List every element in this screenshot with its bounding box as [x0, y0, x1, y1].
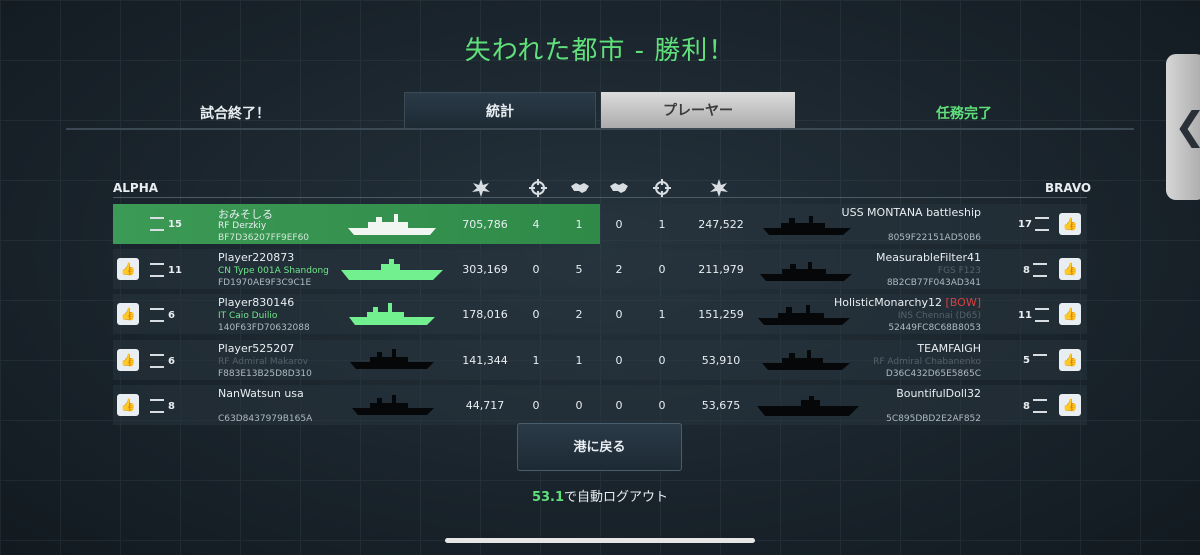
- thumbs-up-icon[interactable]: 👍: [117, 349, 139, 371]
- thumbs-up-icon[interactable]: 👍: [117, 394, 139, 416]
- enemy-ship-name: RF Admiral Chabanenko: [873, 357, 981, 367]
- header-divider: [66, 128, 1134, 130]
- thumbs-up-icon[interactable]: 👍: [117, 303, 139, 325]
- player-name: Player220873: [218, 251, 295, 264]
- ship-name: IT Caio Duilio: [218, 311, 278, 321]
- mission-complete-label: 任務完了: [936, 106, 992, 122]
- thumbs-up-icon[interactable]: 👍: [1059, 394, 1081, 416]
- enemy-player-name: USS MONTANA battleship: [841, 206, 981, 219]
- thumbs-up-icon[interactable]: 👍: [1059, 213, 1081, 235]
- player-name: Player830146: [218, 296, 295, 309]
- kills-enemy: 0: [658, 354, 666, 367]
- tab-stats[interactable]: 統計: [404, 92, 596, 130]
- tab-players[interactable]: プレーヤー: [601, 92, 795, 130]
- enemy-ship-name: INS Chennai (D65): [897, 311, 981, 321]
- enemy-player-name: TEAMFAIGH: [917, 342, 981, 355]
- ship-name: RF Admiral Makarov: [218, 357, 309, 367]
- clan-tag: [BOW]: [945, 296, 981, 309]
- crosshair-icon: [529, 179, 547, 197]
- enemy-player-id: 52449FC8C68B8053: [888, 323, 981, 333]
- player-name: おみそしる: [218, 208, 273, 221]
- ship-name: CN Type 001A Shandong: [218, 266, 329, 276]
- enemy-rank-badge: 11: [1018, 308, 1053, 322]
- enemy-player-id: 8059F22151AD50B6: [887, 233, 981, 243]
- damage-enemy: 247,522: [698, 218, 744, 231]
- damage-enemy: 151,259: [698, 308, 744, 321]
- damage-enemy: 53,675: [701, 399, 741, 412]
- player-id: FD1970AE9F3C9C1E: [218, 278, 312, 288]
- kills-enemy: 1: [658, 218, 666, 231]
- player-id: C63D8437979B165A: [218, 414, 313, 424]
- return-to-port-button[interactable]: 港に戻る: [517, 423, 682, 471]
- kills-enemy: 0: [658, 263, 666, 276]
- player-id: BF7D36207FF9EF60: [218, 233, 310, 243]
- thumbs-up-icon[interactable]: 👍: [1059, 349, 1081, 371]
- table-header-line: [113, 197, 1087, 198]
- explosion-icon: [710, 179, 728, 197]
- logout-countdown: 53.1: [531, 490, 565, 505]
- logout-text: で自動ログアウト: [564, 490, 669, 505]
- player-name: Player525207: [218, 342, 295, 355]
- player-id: 140F63FD70632088: [218, 323, 310, 333]
- enemy-player-id: 5C895DBD2E2AF852: [886, 414, 981, 424]
- chevron-left-icon: ❮: [1174, 104, 1200, 148]
- handshake-icon: [610, 183, 628, 193]
- kills-enemy: 1: [658, 308, 666, 321]
- thumbs-up-icon[interactable]: 👍: [117, 258, 139, 280]
- player-id: F883E13B25D8D310: [218, 369, 312, 379]
- explosion-icon: [472, 179, 490, 197]
- enemy-rank-badge: 8: [1023, 399, 1051, 413]
- home-indicator[interactable]: [445, 538, 755, 543]
- handshake-icon: [571, 183, 589, 193]
- match-over-label: 試合終了！: [200, 106, 270, 122]
- enemy-rank-badge: 8: [1023, 263, 1051, 277]
- ship-silhouette-icon: [760, 262, 852, 281]
- ship-silhouette-icon: [348, 214, 436, 235]
- match-result-title: 失われた都市 - 勝利！: [464, 36, 736, 66]
- enemy-player-id: 8B2CB77F043AD341: [886, 278, 981, 288]
- auto-logout-timer: 53.1で自動ログアウト: [0, 486, 1200, 505]
- ship-silhouette-icon: [762, 350, 850, 370]
- enemy-player-id: D36C432D65E5865C: [885, 369, 981, 379]
- rank-badge: 6: [150, 308, 175, 322]
- thumbs-up-icon[interactable]: 👍: [1059, 303, 1081, 325]
- team-bravo-label: BRAVO: [1045, 181, 1092, 195]
- kills-enemy: 0: [658, 399, 666, 412]
- side-panel-toggle[interactable]: ❮: [1166, 54, 1200, 200]
- rank-badge: 6: [150, 354, 175, 368]
- ship-silhouette-icon: [341, 259, 443, 280]
- thumbs-up-icon[interactable]: 👍: [1059, 258, 1081, 280]
- enemy-player-name: MeasurableFilter41: [875, 251, 981, 264]
- team-alpha-label: ALPHA: [113, 181, 159, 195]
- enemy-player-name: BountifulDoll32: [896, 387, 981, 400]
- enemy-ship-name: FGS F123: [937, 266, 981, 276]
- ship-silhouette-icon: [350, 349, 434, 369]
- damage-enemy: 53,910: [701, 354, 741, 367]
- ship-silhouette-icon: [349, 303, 435, 325]
- rank-badge: 11: [150, 263, 182, 277]
- ship-name: RF Derzkiy: [218, 221, 267, 231]
- damage-enemy: 211,979: [698, 263, 744, 276]
- enemy-player-name: HolisticMonarchy12 [BOW]: [834, 296, 981, 309]
- rank-badge: 8: [150, 399, 175, 413]
- player-name: NanWatsun usa: [218, 387, 304, 400]
- enemy-rank-badge: 17: [1018, 217, 1053, 231]
- rank-badge: 15: [150, 217, 182, 231]
- enemy-rank-badge: 5: [1023, 354, 1051, 366]
- ship-silhouette-icon: [757, 396, 859, 416]
- ship-silhouette-icon: [352, 395, 434, 415]
- crosshair-icon: [653, 179, 671, 197]
- ship-silhouette-icon: [763, 216, 851, 235]
